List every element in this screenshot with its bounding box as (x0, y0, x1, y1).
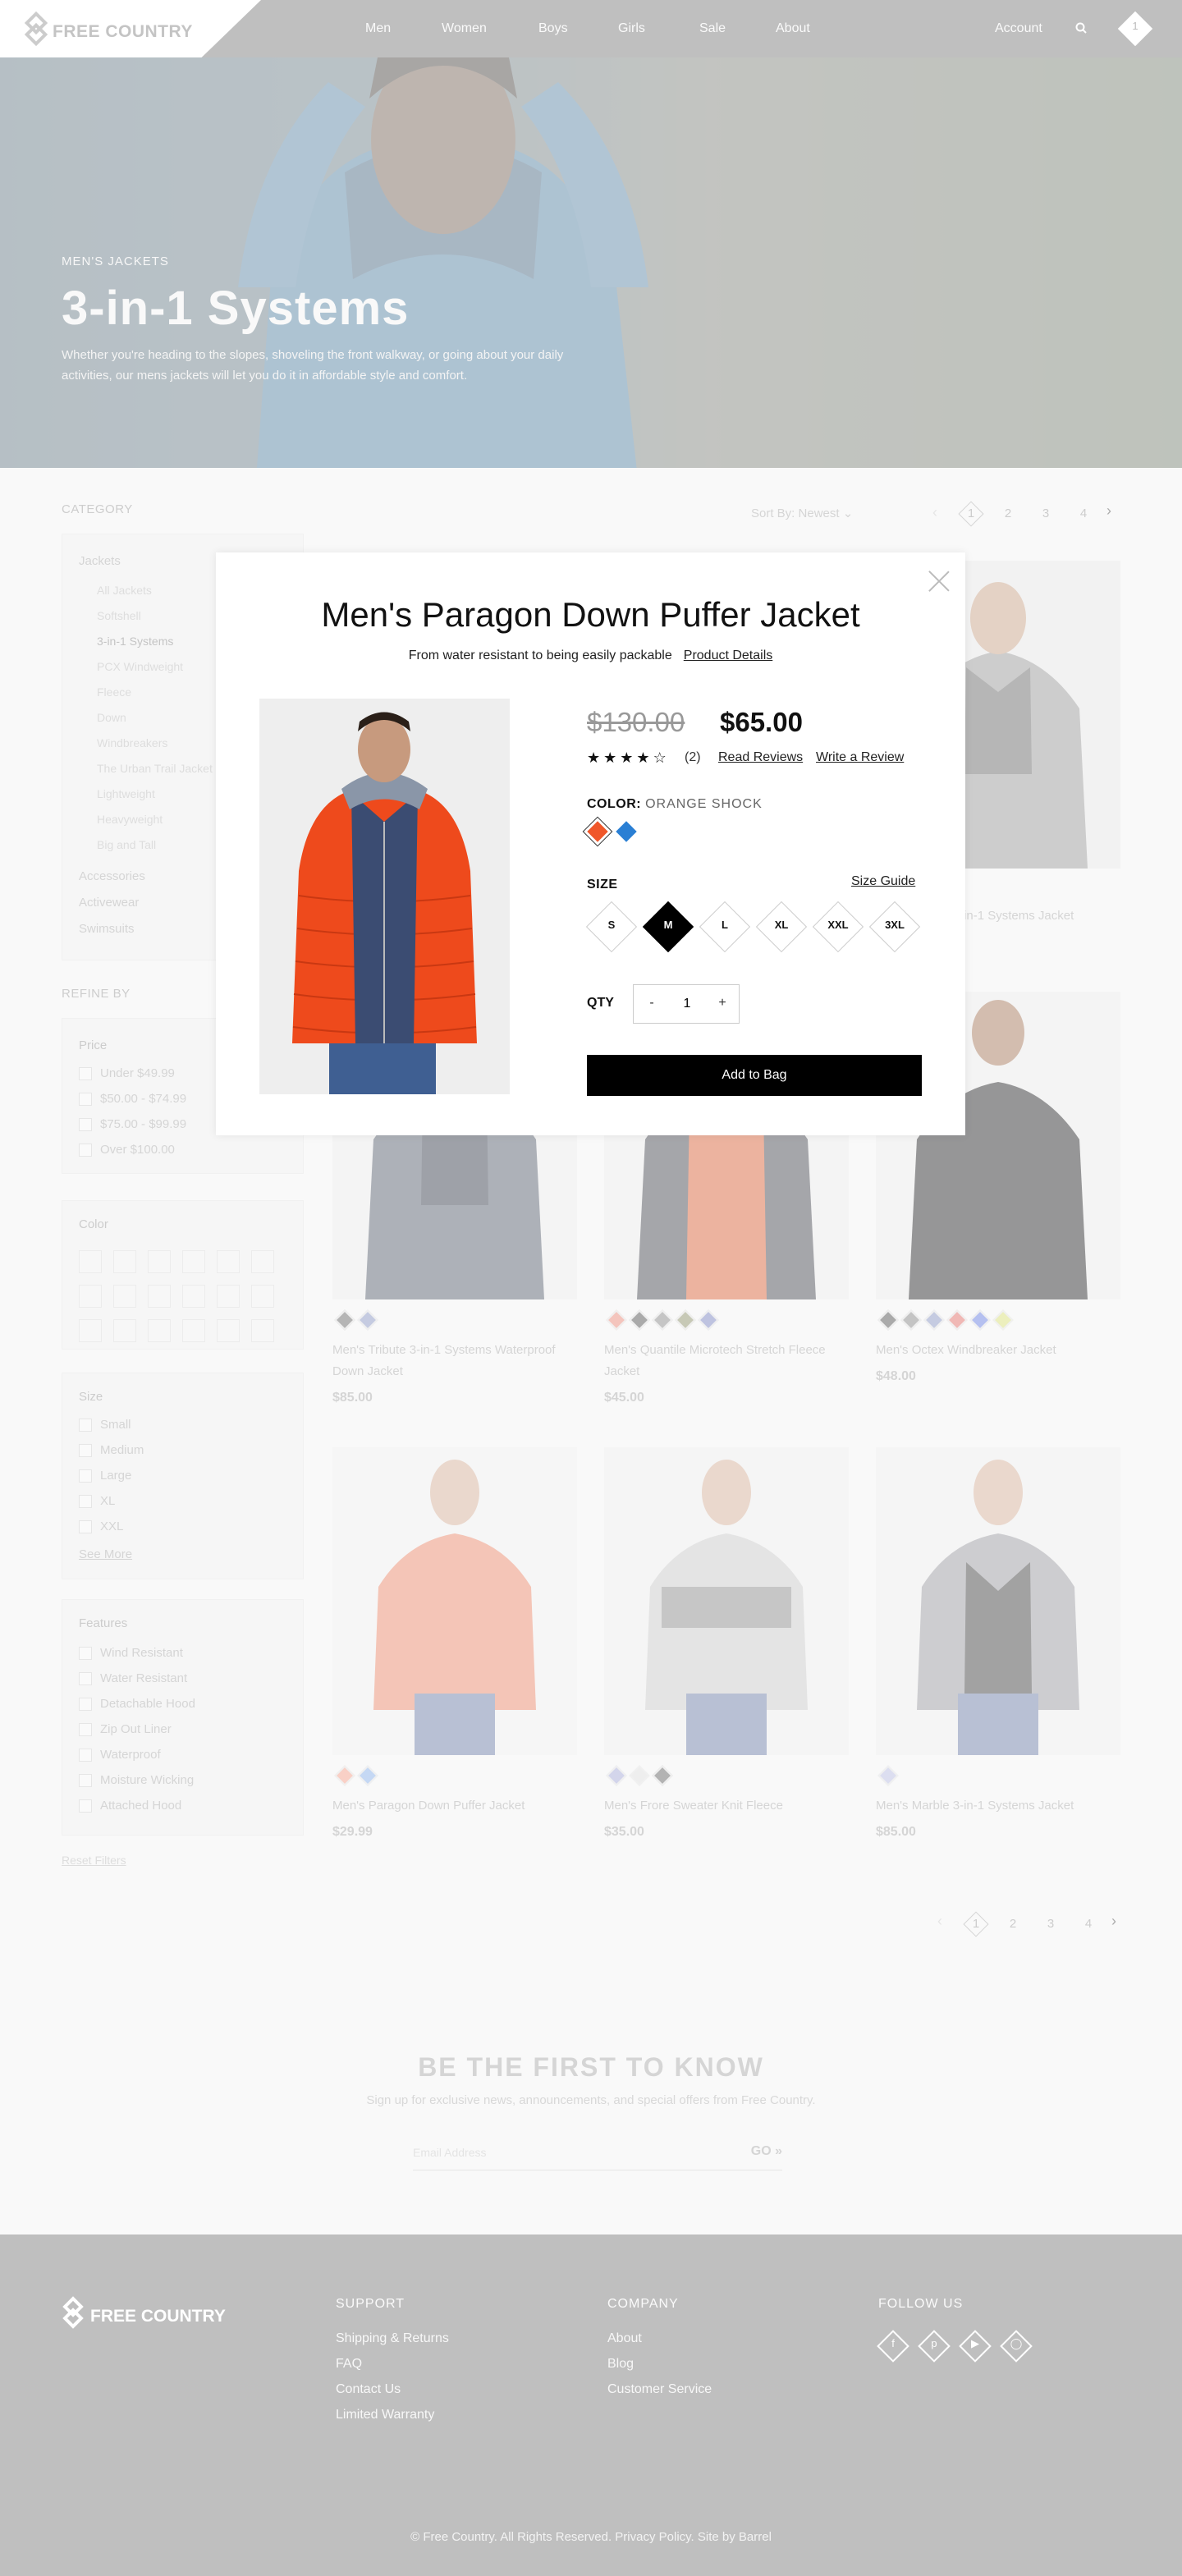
star-icon: ★ (603, 749, 621, 766)
modal-product-image (259, 699, 510, 1094)
modal-product-title: Men's Paragon Down Puffer Jacket (321, 595, 860, 634)
write-review-link[interactable]: Write a Review (816, 750, 904, 765)
size-option-label-selected: M (663, 919, 673, 931)
size-option-label: XL (774, 919, 789, 931)
color-swatch-blue[interactable] (616, 821, 637, 842)
color-label-text: COLOR: (587, 797, 642, 811)
size-option-label: 3XL (885, 919, 905, 931)
product-details-link[interactable]: Product Details (684, 649, 773, 662)
qty-increase-button[interactable]: + (714, 996, 731, 1011)
color-label: COLOR: ORANGE SHOCK (587, 797, 763, 812)
qty-label: QTY (587, 996, 614, 1010)
modal-subtitle: From water resistant to being easily pac… (216, 649, 965, 663)
sale-price: $65.00 (720, 707, 803, 737)
size-label: SIZE (587, 878, 618, 892)
size-option-label: S (607, 919, 616, 931)
read-reviews-link[interactable]: Read Reviews (718, 750, 803, 765)
size-guide-link[interactable]: Size Guide (851, 874, 915, 889)
star-icon: ★ (587, 749, 604, 766)
modal-backdrop[interactable] (0, 0, 1182, 2576)
product-photo (259, 699, 510, 1094)
qty-decrease-button[interactable]: - (644, 996, 660, 1011)
quantity-stepper: - + (633, 984, 740, 1024)
qty-input[interactable] (667, 985, 708, 1023)
close-icon[interactable] (927, 569, 951, 594)
size-option-label: XXL (827, 919, 849, 931)
rating-stars: ★★★★☆ (587, 749, 670, 767)
size-option-label: L (722, 919, 728, 931)
selected-color-name: ORANGE SHOCK (645, 797, 763, 811)
modal-subtitle-text: From water resistant to being easily pac… (408, 649, 672, 662)
quick-view-modal: Men's Paragon Down Puffer Jacket From wa… (216, 552, 965, 1135)
review-count: (2) (685, 750, 701, 764)
star-icon: ★ (636, 749, 653, 766)
star-icon: ★ (620, 749, 637, 766)
original-price: $130.00 (587, 707, 685, 737)
star-empty-icon: ☆ (653, 749, 670, 766)
add-to-bag-button[interactable]: Add to Bag (587, 1055, 922, 1096)
